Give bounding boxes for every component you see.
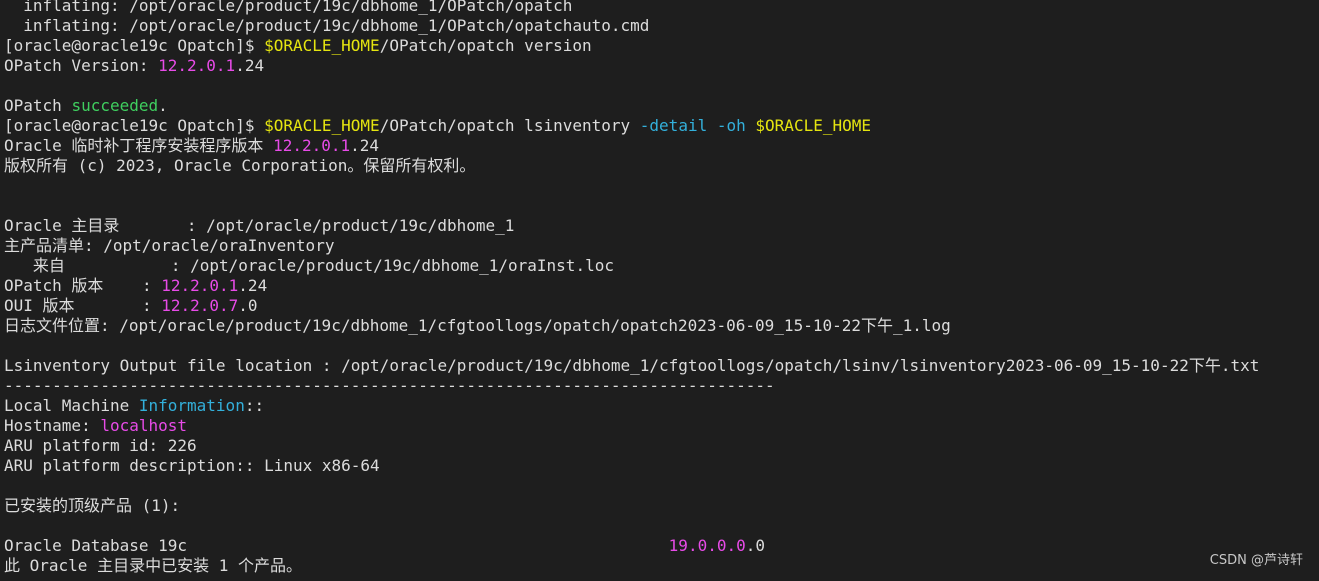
terminal-text-segment: [oracle@oracle19c Opatch]$ xyxy=(4,36,265,55)
terminal-line: OPatch succeeded. xyxy=(4,96,1259,116)
terminal-text-segment: $ORACLE_HOME xyxy=(755,116,871,135)
terminal-line: ----------------------------------------… xyxy=(4,376,1259,396)
terminal-line: 版权所有 (c) 2023, Oracle Corporation。保留所有权利… xyxy=(4,156,1259,176)
terminal-text-segment: OPatch 版本 : xyxy=(4,276,162,295)
terminal-line: Hostname: localhost xyxy=(4,416,1259,436)
terminal-line: [oracle@oracle19c Opatch]$ $ORACLE_HOME/… xyxy=(4,36,1259,56)
terminal-line: Oracle 主目录 : /opt/oracle/product/19c/dbh… xyxy=(4,216,1259,236)
terminal-line: inflating: /opt/oracle/product/19c/dbhom… xyxy=(4,16,1259,36)
terminal-text-segment: 已安装的顶级产品 (1): xyxy=(4,496,181,515)
terminal-output: inflating: /opt/oracle/product/19c/dbhom… xyxy=(4,0,1259,576)
terminal-line: ARU platform id: 226 xyxy=(4,436,1259,456)
terminal-text-segment: :: xyxy=(244,396,265,415)
terminal-line: 主产品清单: /opt/oracle/oraInventory xyxy=(4,236,1259,256)
terminal-text-segment: ARU platform id: 226 xyxy=(4,436,197,455)
terminal-text-segment: 19.0.0.0 xyxy=(668,536,746,555)
terminal-line: 日志文件位置: /opt/oracle/product/19c/dbhome_1… xyxy=(4,316,1259,336)
terminal-text-segment: .24 xyxy=(238,276,268,295)
terminal-line: OPatch 版本 : 12.2.0.1.24 xyxy=(4,276,1259,296)
terminal-text-segment: .0 xyxy=(745,536,765,555)
terminal-text-segment: Oracle Database 19c xyxy=(4,536,669,555)
terminal-text-segment: 12.2.0.1 xyxy=(158,56,236,75)
terminal-text-segment: /OPatch/opatch lsinventory xyxy=(379,116,640,135)
terminal-line: 已安装的顶级产品 (1): xyxy=(4,496,1259,516)
terminal-text-segment: inflating: /opt/oracle/product/19c/dbhom… xyxy=(4,0,573,15)
terminal-text-segment: OUI 版本 : xyxy=(4,296,162,315)
terminal-text-segment: Oracle 临时补丁程序安装程序版本 xyxy=(4,136,274,155)
terminal-text-segment: 12.2.0.1 xyxy=(273,136,351,155)
terminal-window[interactable]: inflating: /opt/oracle/product/19c/dbhom… xyxy=(0,0,1319,581)
terminal-line: [oracle@oracle19c Opatch]$ $ORACLE_HOME/… xyxy=(4,116,1259,136)
terminal-line: inflating: /opt/oracle/product/19c/dbhom… xyxy=(4,0,1259,16)
terminal-text-segment: 来自 : /opt/oracle/product/19c/dbhome_1/or… xyxy=(4,256,614,275)
terminal-text-segment: Oracle 主目录 : /opt/oracle/product/19c/dbh… xyxy=(4,216,515,235)
terminal-text-segment: 版权所有 (c) 2023, Oracle Corporation。保留所有权利… xyxy=(4,156,476,175)
terminal-text-segment: ----------------------------------------… xyxy=(4,376,775,395)
terminal-text-segment: OPatch xyxy=(4,96,72,115)
terminal-text-segment: 12.2.0.1 xyxy=(161,276,239,295)
terminal-text-segment: -detail xyxy=(639,116,708,135)
terminal-line: Oracle 临时补丁程序安装程序版本 12.2.0.1.24 xyxy=(4,136,1259,156)
terminal-text-segment: ARU platform description:: Linux x86-64 xyxy=(4,456,380,475)
terminal-text-segment: localhost xyxy=(100,416,188,435)
terminal-text-segment: [oracle@oracle19c Opatch]$ xyxy=(4,116,265,135)
terminal-text-segment: . xyxy=(158,96,168,115)
terminal-text-segment: .24 xyxy=(235,56,265,75)
terminal-line: OPatch Version: 12.2.0.1.24 xyxy=(4,56,1259,76)
terminal-line: OUI 版本 : 12.2.0.7.0 xyxy=(4,296,1259,316)
terminal-text-segment: Local Machine xyxy=(4,396,139,415)
terminal-text-segment: $ORACLE_HOME xyxy=(264,36,380,55)
terminal-line: 来自 : /opt/oracle/product/19c/dbhome_1/or… xyxy=(4,256,1259,276)
terminal-text-segment: 12.2.0.7 xyxy=(161,296,239,315)
terminal-text-segment: Lsinventory Output file location : /opt/… xyxy=(4,356,1260,375)
terminal-line: Local Machine Information:: xyxy=(4,396,1259,416)
terminal-line: Lsinventory Output file location : /opt/… xyxy=(4,356,1259,376)
terminal-line: ARU platform description:: Linux x86-64 xyxy=(4,456,1259,476)
terminal-text-segment: .24 xyxy=(350,136,380,155)
terminal-text-segment: .0 xyxy=(238,296,258,315)
terminal-text-segment: succeeded xyxy=(71,96,159,115)
terminal-text-segment: OPatch Version: xyxy=(4,56,159,75)
terminal-text-segment: inflating: /opt/oracle/product/19c/dbhom… xyxy=(4,16,650,35)
terminal-text-segment: 日志文件位置: /opt/oracle/product/19c/dbhome_1… xyxy=(4,316,951,335)
terminal-text-segment: /OPatch/opatch version xyxy=(379,36,592,55)
terminal-text-segment: 此 Oracle 主目录中已安装 1 个产品。 xyxy=(4,556,302,575)
terminal-text-segment: $ORACLE_HOME xyxy=(264,116,380,135)
terminal-text-segment: 主产品清单: /opt/oracle/oraInventory xyxy=(4,236,335,255)
terminal-line: Oracle Database 19c 19.0.0.0.0 xyxy=(4,536,1259,556)
terminal-text-segment: Information xyxy=(138,396,245,415)
terminal-text-segment: -oh xyxy=(716,116,746,135)
terminal-line: 此 Oracle 主目录中已安装 1 个产品。 xyxy=(4,556,1259,576)
watermark: CSDN @芦诗轩 xyxy=(1209,553,1303,568)
terminal-text-segment: Hostname: xyxy=(4,416,101,435)
